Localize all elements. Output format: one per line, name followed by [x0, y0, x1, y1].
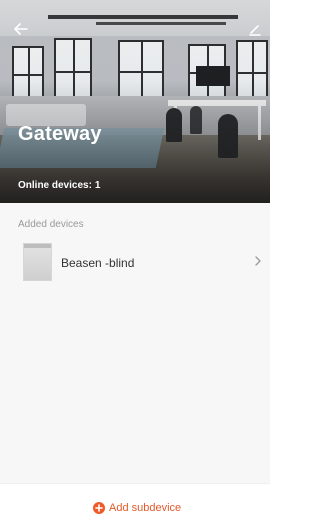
plus-circle-icon: [93, 502, 105, 514]
back-button[interactable]: [10, 18, 32, 40]
page-title: Gateway: [18, 123, 102, 145]
device-name: Beasen -blind: [61, 256, 135, 270]
edit-button[interactable]: [244, 18, 266, 40]
bottom-bar: Add subdevice: [0, 483, 270, 523]
hero-image: [0, 0, 270, 203]
chevron-right-icon: [255, 256, 261, 266]
list-item-device[interactable]: Beasen -blind: [0, 240, 270, 286]
add-subdevice-label: Add subdevice: [109, 502, 182, 514]
section-label-added-devices: Added devices: [18, 219, 84, 230]
online-devices-label: Online devices:: [18, 180, 92, 191]
online-devices-count: 1: [94, 180, 101, 191]
online-devices-summary: Online devices: 1: [18, 180, 100, 191]
pencil-icon: [249, 25, 261, 36]
arrow-left-icon: [14, 23, 28, 35]
blind-thumbnail-icon: [23, 243, 52, 281]
add-subdevice-button[interactable]: Add subdevice: [93, 500, 181, 516]
hero-overlay: [0, 0, 270, 203]
